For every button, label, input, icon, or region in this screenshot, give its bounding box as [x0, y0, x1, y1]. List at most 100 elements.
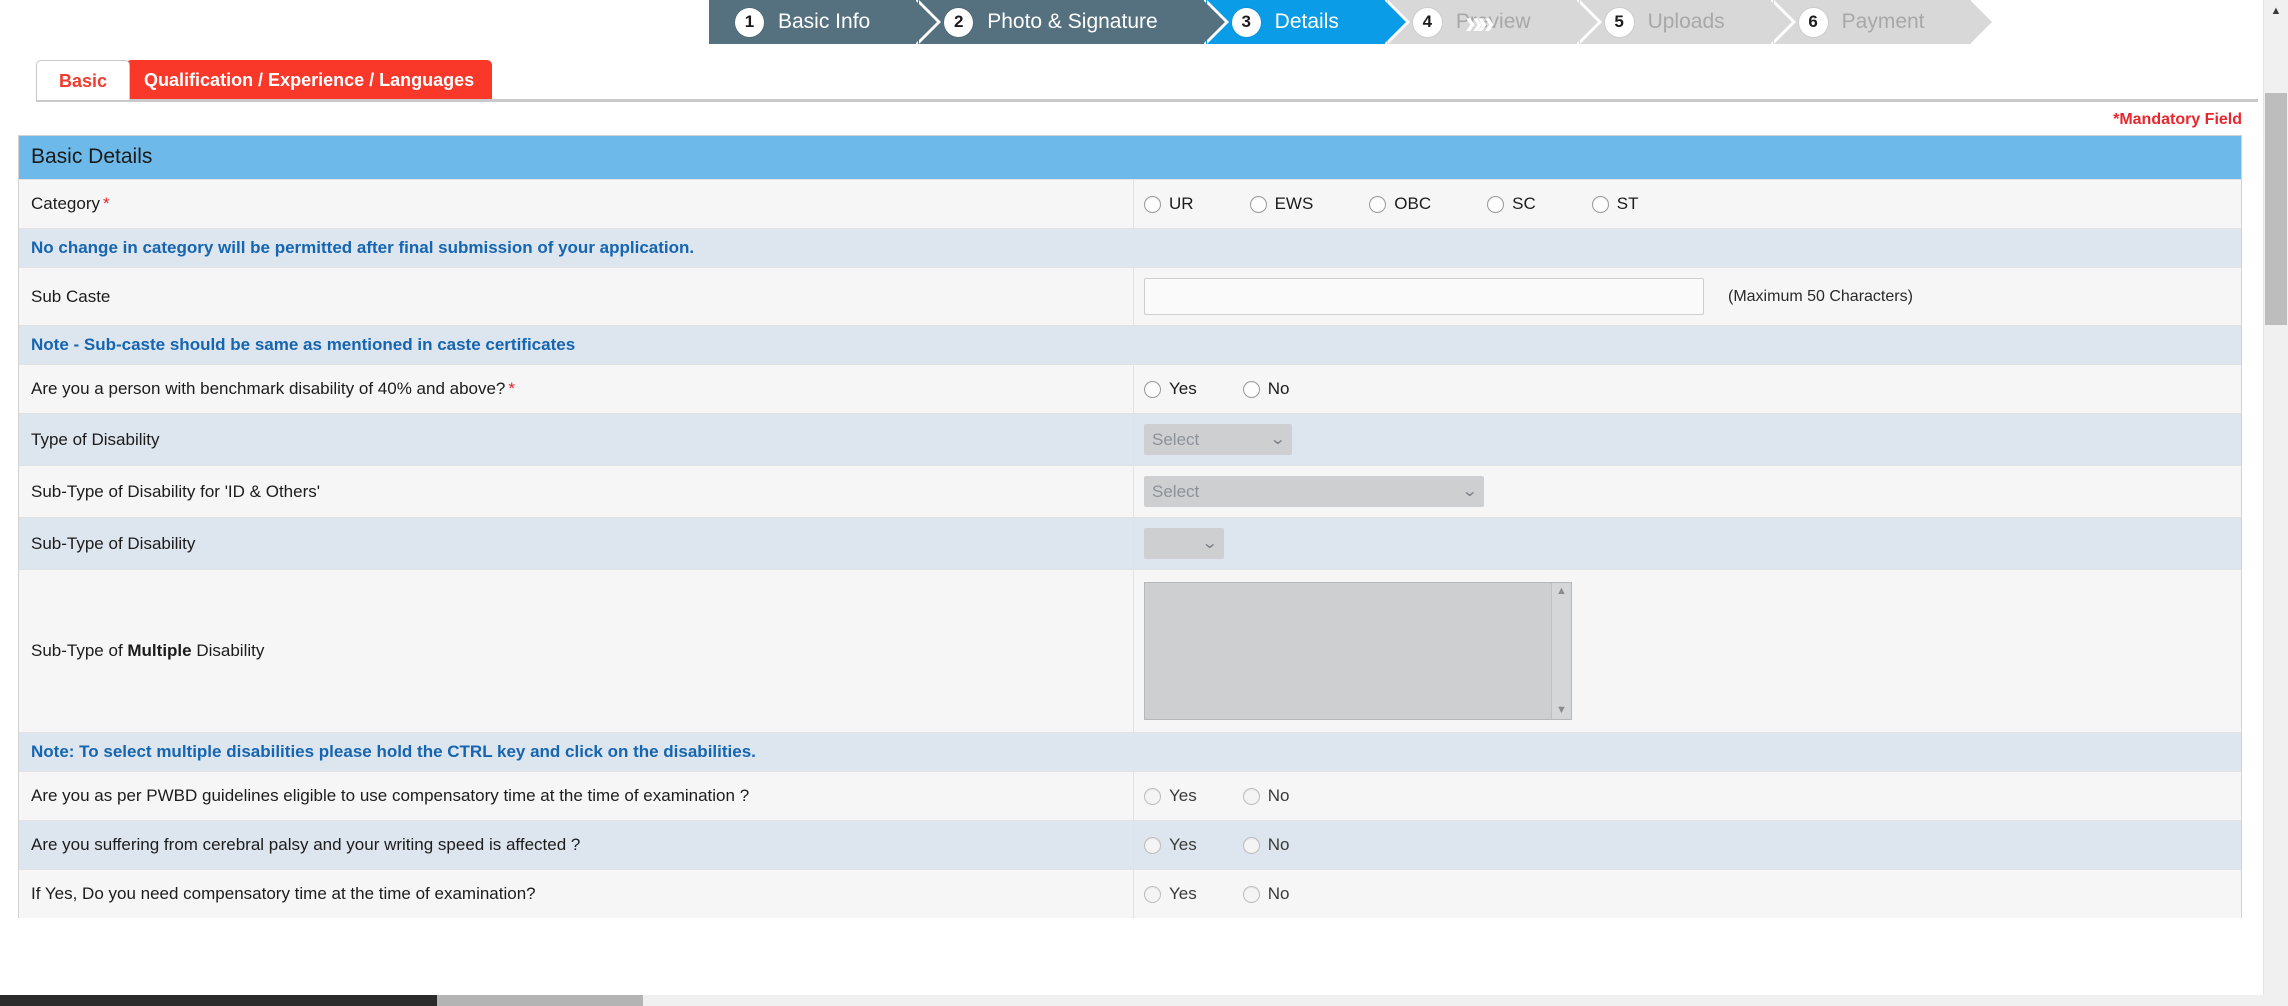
chevron-down-icon: ⌄ [1460, 483, 1478, 500]
subtype-disability-label: Sub-Type of Disability [31, 533, 196, 553]
wizard-step-payment[interactable]: 6 Payment [1772, 0, 1996, 44]
radio-label: SC [1512, 194, 1536, 213]
category-label: Category [31, 194, 100, 213]
radio-label: No [1267, 379, 1290, 398]
pwbd-compensatory-label: Are you as per PWBD guidelines eligible … [31, 786, 750, 805]
radio-label: No [1267, 786, 1290, 805]
page-content: 1 Basic Info 2 Photo & Signature 3 Detai… [0, 0, 2264, 1006]
radio-category-sc[interactable]: SC [1487, 194, 1536, 214]
radio-cerebral-palsy-yes[interactable]: Yes [1144, 835, 1197, 855]
radio-circle-icon [1242, 885, 1260, 903]
sub-caste-label: Sub Caste [31, 286, 111, 306]
radio-circle-icon [1144, 836, 1161, 854]
wizard-step-preview[interactable]: 4 Preview [1386, 0, 1602, 44]
section-header-basic-details: Basic Details [19, 136, 2241, 179]
radio-label: Yes [1169, 884, 1197, 903]
label-part-post: Disability [191, 641, 265, 660]
form-row-need-compensatory-time: If Yes, Do you need compensatory time at… [19, 869, 2241, 918]
type-of-disability-label: Type of Disability [31, 429, 160, 449]
label-cell: Are you suffering from cerebral palsy an… [19, 821, 1134, 869]
need-compensatory-radio-group: Yes No [1144, 884, 1335, 904]
field-cell: UR EWS OBC SC ST [1134, 180, 2241, 228]
select-value: Select [1152, 430, 1200, 449]
category-radio-group: UR EWS OBC SC ST [1144, 194, 1695, 214]
listbox-scrollbar[interactable]: ▲ ▼ [1551, 583, 1571, 719]
radio-category-st[interactable]: ST [1591, 194, 1639, 214]
scroll-up-icon[interactable]: ▲ [1556, 586, 1567, 597]
horizontal-scrollbar-thumb[interactable] [437, 995, 643, 1006]
step-number: 2 [944, 7, 974, 37]
field-cell: Select ⌄ [1134, 466, 2241, 517]
pwbd-compensatory-radio-group: Yes No [1144, 786, 1335, 806]
radio-need-compensatory-no[interactable]: No [1242, 884, 1290, 904]
scroll-up-button[interactable]: ▲ [2264, 0, 2288, 22]
radio-benchmark-no[interactable]: No [1242, 379, 1290, 399]
vertical-scrollbar[interactable]: ▲ [2263, 0, 2288, 1006]
step-label: Preview [1455, 10, 1531, 33]
form-row-type-of-disability: Type of Disability Select ⌄ [19, 413, 2241, 465]
horizontal-scrollbar[interactable] [0, 995, 2264, 1006]
cerebral-palsy-radio-group: Yes No [1144, 835, 1335, 855]
wizard-step-uploads[interactable]: 5 Uploads [1578, 0, 1796, 44]
radio-label: No [1267, 884, 1290, 903]
label-cell: Category * [19, 180, 1134, 228]
subtype-multiple-label: Sub-Type of Multiple Disability [31, 641, 264, 661]
step-number: 6 [1798, 7, 1828, 37]
type-of-disability-select[interactable]: Select ⌄ [1144, 424, 1292, 455]
label-cell: If Yes, Do you need compensatory time at… [19, 870, 1134, 918]
radio-category-obc[interactable]: OBC [1369, 194, 1431, 214]
field-cell: (Maximum 50 Characters) [1134, 268, 2241, 325]
need-compensatory-label: If Yes, Do you need compensatory time at… [31, 884, 536, 903]
radio-label: ST [1616, 194, 1639, 213]
scroll-down-icon[interactable]: ▼ [1556, 705, 1567, 716]
radio-label: Yes [1169, 786, 1197, 805]
cerebral-palsy-label: Are you suffering from cerebral palsy an… [31, 835, 581, 854]
radio-label: EWS [1274, 194, 1314, 213]
step-number: 5 [1604, 7, 1634, 37]
radio-category-ur[interactable]: UR [1144, 194, 1194, 214]
step-label: Uploads [1647, 10, 1725, 33]
horizontal-scrollbar-track-left[interactable] [0, 995, 437, 1006]
radio-need-compensatory-yes[interactable]: Yes [1144, 884, 1197, 904]
form-row-benchmark-disability: Are you a person with benchmark disabili… [19, 364, 2241, 413]
field-cell: ▲ ▼ [1134, 570, 2241, 732]
label-part-pre: Sub-Type of [31, 641, 128, 660]
radio-label: UR [1169, 194, 1194, 213]
sub-caste-helper-text: (Maximum 50 Characters) [1728, 287, 1913, 305]
form-row-cerebral-palsy: Are you suffering from cerebral palsy an… [19, 820, 2241, 869]
radio-cerebral-palsy-no[interactable]: No [1242, 835, 1290, 855]
radio-pwbd-yes[interactable]: Yes [1144, 786, 1197, 806]
field-cell: ⌄ [1134, 518, 2241, 569]
subtype-id-others-select[interactable]: Select ⌄ [1144, 476, 1484, 507]
tab-basic[interactable]: Basic [36, 60, 131, 100]
radio-circle-icon [1242, 380, 1260, 398]
radio-label: OBC [1394, 194, 1432, 213]
field-cell: Yes No [1134, 365, 2241, 413]
subtype-id-others-label: Sub-Type of Disability for 'ID & Others' [31, 481, 320, 501]
mandatory-field-note: *Mandatory Field [2113, 111, 2242, 128]
wizard-step-photo-signature[interactable]: 2 Photo & Signature [918, 0, 1230, 44]
form-row-pwbd-compensatory-time: Are you as per PWBD guidelines eligible … [19, 771, 2241, 820]
chevron-down-icon: ⌄ [1200, 535, 1218, 552]
subtype-disability-select[interactable]: ⌄ [1144, 528, 1224, 559]
wizard-step-details[interactable]: 3 Details [1205, 0, 1411, 44]
benchmark-disability-radio-group: Yes No [1144, 379, 1335, 399]
vertical-scrollbar-thumb[interactable] [2265, 93, 2287, 325]
radio-circle-icon [1591, 195, 1609, 213]
sub-caste-input[interactable] [1144, 278, 1704, 315]
step-label: Details [1274, 10, 1339, 33]
radio-label: Yes [1169, 379, 1197, 398]
tab-qualification-experience-languages[interactable]: Qualification / Experience / Languages [126, 60, 493, 100]
radio-pwbd-no[interactable]: No [1242, 786, 1290, 806]
wizard-step-basic-info[interactable]: 1 Basic Info [709, 0, 942, 44]
field-cell: Yes No [1134, 821, 2241, 869]
step-number: 4 [1412, 7, 1442, 37]
radio-label: No [1267, 835, 1290, 854]
note-sub-caste: Note - Sub-caste should be same as menti… [19, 325, 2241, 364]
subtype-multiple-disability-listbox[interactable]: ▲ ▼ [1144, 582, 1572, 720]
required-marker: * [102, 194, 110, 213]
radio-benchmark-yes[interactable]: Yes [1144, 379, 1197, 399]
note-multiple-disabilities: Note: To select multiple disabilities pl… [19, 732, 2241, 771]
radio-circle-icon [1249, 195, 1267, 213]
radio-category-ews[interactable]: EWS [1249, 194, 1314, 214]
